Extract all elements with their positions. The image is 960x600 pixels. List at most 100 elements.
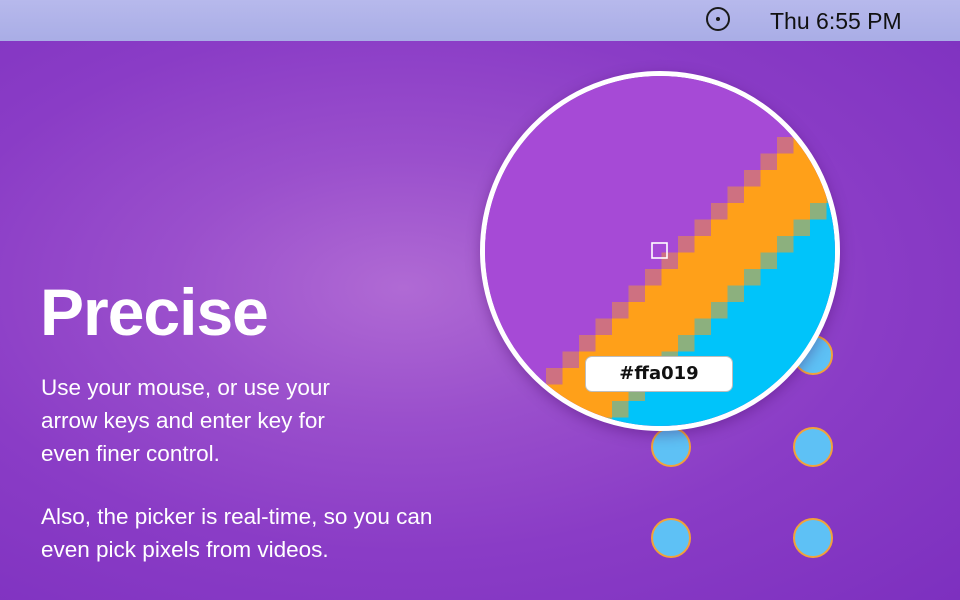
magnified-pixel	[595, 302, 613, 319]
magnified-pixel	[645, 203, 662, 220]
magnified-pixel	[810, 269, 827, 286]
magnified-pixel	[496, 351, 514, 369]
magnified-pixel	[546, 368, 563, 385]
magnified-pixel	[562, 87, 580, 105]
magnified-pixel	[694, 76, 712, 88]
magnified-pixel	[612, 120, 629, 138]
magnified-pixel	[562, 417, 580, 426]
magnified-pixel	[793, 137, 811, 154]
magnified-pixel	[645, 401, 662, 418]
magnified-pixel	[562, 137, 580, 154]
magnified-pixel	[628, 120, 646, 138]
magnified-pixel	[628, 236, 646, 253]
magnified-pixel	[513, 104, 530, 121]
magnified-pixel	[744, 219, 761, 237]
magnified-pixel	[744, 351, 761, 369]
magnified-pixel	[826, 236, 835, 253]
sample-dot	[651, 427, 691, 467]
magnified-pixel	[595, 153, 613, 171]
magnified-pixel	[546, 76, 563, 88]
magnified-pixel	[485, 269, 497, 286]
magnified-pixel	[513, 203, 530, 220]
magnified-pixel	[579, 219, 596, 237]
magnified-pixel	[826, 104, 835, 121]
magnified-pixel	[793, 252, 811, 270]
magnified-pixel	[579, 302, 596, 319]
magnified-pixel	[628, 203, 646, 220]
magnified-pixel	[513, 417, 530, 426]
magnified-pixel	[612, 252, 629, 270]
magnified-pixel	[645, 269, 662, 286]
magnified-pixel	[711, 318, 728, 336]
magnified-pixel	[744, 153, 761, 171]
magnified-pixel	[777, 236, 794, 253]
magnified-pixel	[562, 76, 580, 88]
magnified-pixel	[744, 137, 761, 154]
magnified-pixel	[826, 351, 835, 369]
magnified-pixel	[546, 104, 563, 121]
magnified-pixel	[529, 318, 547, 336]
magnified-pixel	[826, 417, 835, 426]
magnified-pixel	[810, 285, 827, 303]
magnified-pixel	[645, 302, 662, 319]
magnified-pixel	[496, 120, 514, 138]
magnified-pixel	[760, 236, 778, 253]
magnified-pixel	[744, 269, 761, 286]
magnified-pixel	[595, 87, 613, 105]
magnified-pixel	[777, 368, 794, 385]
magnified-pixel	[562, 236, 580, 253]
magnified-pixel	[546, 269, 563, 286]
magnified-pixel	[810, 384, 827, 402]
magnified-pixel	[546, 170, 563, 187]
magnified-pixel	[485, 87, 497, 105]
magnified-pixel	[496, 368, 514, 385]
magnified-pixel	[793, 219, 811, 237]
magnified-pixel	[727, 153, 745, 171]
magnified-pixel	[546, 153, 563, 171]
magnified-pixel	[562, 203, 580, 220]
magnified-pixel	[678, 120, 695, 138]
magnified-pixel	[711, 120, 728, 138]
magnified-pixel	[661, 203, 679, 220]
magnified-pixel	[513, 302, 530, 319]
magnified-pixel	[546, 219, 563, 237]
magnified-pixel	[645, 153, 662, 171]
magnified-pixel	[612, 335, 629, 352]
menu-bar-clock[interactable]: Thu 6:55 PM	[770, 8, 902, 35]
magnified-pixel	[727, 203, 745, 220]
magnified-pixel	[562, 401, 580, 418]
magnified-pixel	[529, 285, 547, 303]
magnified-pixel	[793, 203, 811, 220]
magnified-pixel	[485, 76, 497, 88]
magnified-pixel	[711, 87, 728, 105]
magnified-pixel	[661, 335, 679, 352]
magnified-pixel	[810, 236, 827, 253]
magnified-pixel	[793, 87, 811, 105]
magnified-pixel	[793, 384, 811, 402]
magnified-pixel	[513, 335, 530, 352]
sample-dot	[793, 518, 833, 558]
magnified-pixel	[777, 87, 794, 105]
magnified-pixel	[678, 285, 695, 303]
magnified-pixel	[777, 153, 794, 171]
magnified-pixel	[760, 318, 778, 336]
magnified-pixel	[628, 318, 646, 336]
magnified-pixel	[562, 120, 580, 138]
magnified-pixel	[595, 186, 613, 204]
magnified-pixel	[595, 76, 613, 88]
magnified-pixel	[562, 368, 580, 385]
circle-dot-icon[interactable]	[706, 7, 730, 31]
magnified-pixel	[612, 285, 629, 303]
magnified-pixel	[711, 269, 728, 286]
magnified-pixel	[826, 153, 835, 171]
magnified-pixel	[496, 285, 514, 303]
magnified-pixel	[744, 76, 761, 88]
magnified-pixel	[777, 186, 794, 204]
magnified-pixel	[711, 285, 728, 303]
magnified-pixel	[793, 335, 811, 352]
magnified-pixel	[727, 302, 745, 319]
sample-dot	[793, 427, 833, 467]
magnified-pixel	[661, 219, 679, 237]
magnified-pixel	[793, 120, 811, 138]
magnified-pixel	[661, 87, 679, 105]
